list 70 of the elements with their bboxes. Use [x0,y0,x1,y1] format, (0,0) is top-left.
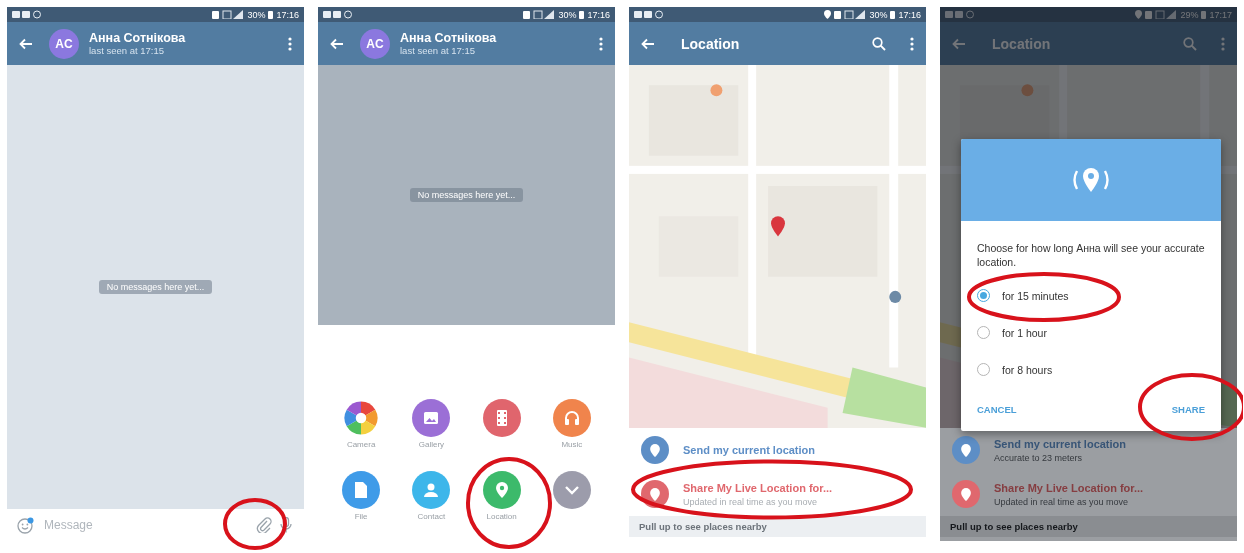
status-time: 17:16 [587,9,610,20]
option-title: Send my current location [994,437,1127,450]
duration-option[interactable]: for 15 minutes [961,277,1221,315]
battery-icon [268,10,274,19]
option-title: Send my current location [683,444,816,456]
status-time: 17:16 [276,9,299,20]
paperclip-icon[interactable] [256,517,272,533]
location-option[interactable]: Share My Live Location for... Updated in real time as you move [940,472,1237,516]
battery-percent: 30% [869,9,888,20]
empty-chat-notice: No messages here yet... [409,188,524,202]
nearby-hint: Pull up to see places nearby [940,516,1237,537]
last-seen: last seen at 17:15 [400,45,476,56]
option-subtitle: Updated in real time as you move [994,496,1130,507]
battery-percent: 30% [558,9,577,20]
battery-percent: 30% [247,9,266,20]
signal-drawing [212,10,245,19]
location-option[interactable]: Share My Live Location for... Updated in real time as you move [629,472,926,516]
notification-drawing [945,10,975,19]
back-icon[interactable] [641,37,655,50]
back-icon[interactable] [330,37,344,50]
menu-icon[interactable] [910,36,914,51]
emoji-icon[interactable] [17,516,34,534]
contact-name: Анна Сотнікова [89,31,186,45]
signal-drawing [834,10,867,19]
signal-drawing [523,10,556,19]
status-time: 17:16 [898,9,921,20]
option-subtitle: Accurate to 23 meters [994,452,1084,463]
last-seen: last seen at 17:15 [89,45,165,56]
signal-drawing [1145,10,1178,19]
dialog-message: Choose for how long Анна will see your accurate location. [976,241,1206,271]
notification-drawing [323,10,353,19]
attach-option[interactable]: Camera [326,399,397,463]
screen-title: Location [681,35,740,52]
menu-icon[interactable] [288,36,292,51]
contact-name: Анна Сотнікова [400,31,497,45]
avatar[interactable]: AC [49,28,79,59]
attach-option[interactable]: Gallery [396,399,467,463]
live-location-icon [1071,167,1111,193]
battery-icon [579,10,585,19]
empty-chat-notice: No messages here yet... [98,280,213,294]
attach-option[interactable]: Contact [396,471,467,535]
attach-option[interactable]: File [326,471,397,535]
back-icon[interactable] [952,37,966,50]
battery-icon [890,10,896,19]
notification-drawing [634,10,664,19]
location-option[interactable]: Send my current location [629,428,926,472]
menu-icon[interactable] [1221,36,1225,51]
option-title: Share My Live Location for... [994,481,1144,494]
location-option[interactable]: Send my current location Accurate to 23 meters [940,428,1237,472]
share-button[interactable]: SHARE [1163,398,1213,422]
duration-option[interactable]: for 1 hour [961,314,1221,352]
battery-percent: 29% [1180,9,1199,20]
microphone-icon[interactable] [280,517,292,533]
back-icon[interactable] [19,37,33,50]
cancel-button[interactable]: CANCEL [969,398,1025,422]
notification-drawing [12,10,42,19]
avatar[interactable]: AC [360,28,390,59]
battery-icon [1201,10,1207,19]
search-icon[interactable] [1183,36,1197,51]
option-title: Share My Live Location for... [683,481,833,494]
status-time: 17:17 [1209,9,1232,20]
screen-title: Location [992,35,1051,52]
nearby-hint: Pull up to see places nearby [629,516,926,537]
menu-icon[interactable] [599,36,603,51]
option-subtitle: Updated in real time as you move [683,496,819,507]
duration-option[interactable]: for 8 hours [961,351,1221,389]
message-field[interactable]: Message [42,517,248,533]
highlight-ellipse [222,497,288,551]
search-icon[interactable] [872,36,886,51]
attach-option[interactable]: Music [536,399,607,463]
